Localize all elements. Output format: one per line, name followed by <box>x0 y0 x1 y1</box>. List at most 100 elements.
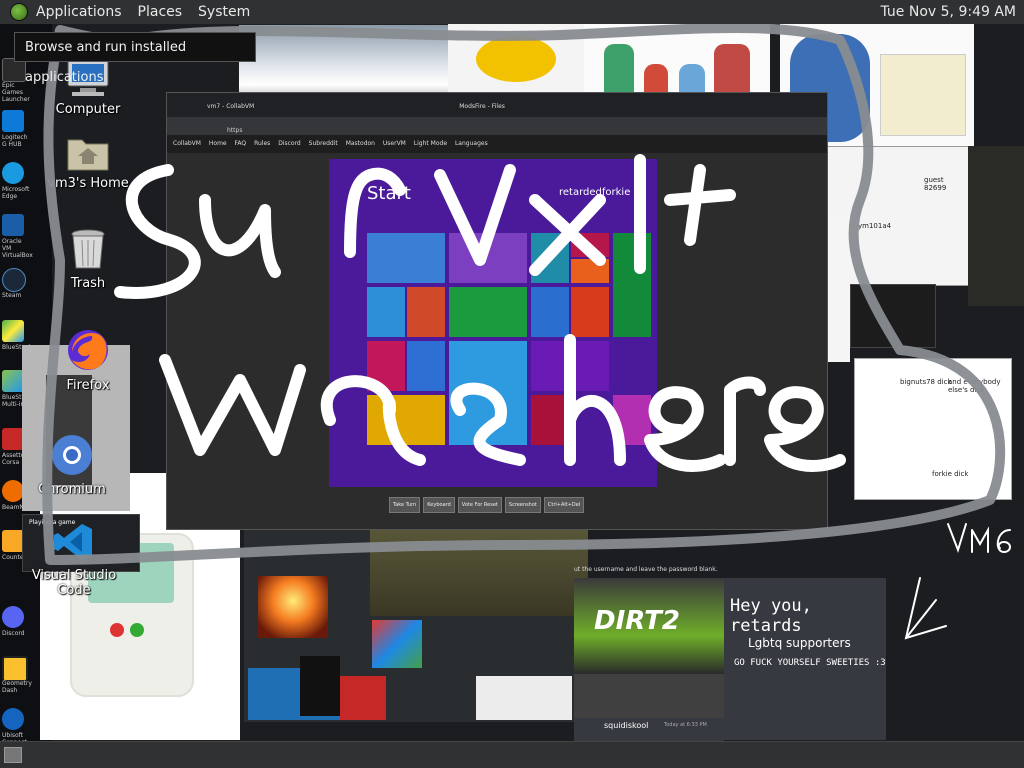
news-tile[interactable] <box>531 395 569 445</box>
racing-car-image <box>574 674 724 718</box>
virtualbox-icon[interactable] <box>2 214 24 236</box>
games-tile[interactable] <box>613 233 651 337</box>
photos-tile[interactable] <box>531 233 569 283</box>
dark-desktop-image <box>850 284 936 348</box>
firefox-label: Firefox <box>66 378 110 393</box>
nav-item[interactable]: Subreddit <box>309 140 338 147</box>
vote-reset-button[interactable]: Vote For Reset <box>457 497 502 513</box>
nav-item[interactable]: Home <box>209 140 227 147</box>
note-bignuts: bignuts78 dick <box>900 378 952 386</box>
keyboard-button[interactable]: Keyboard <box>423 497 455 513</box>
note-guest: guest 82699 <box>924 176 947 192</box>
chat-message-line: ut the username and leave the password b… <box>574 566 718 573</box>
parrot-image <box>372 620 422 668</box>
desktop-tile[interactable] <box>367 395 445 445</box>
system-menu[interactable]: System <box>190 0 258 24</box>
nav-item[interactable]: Rules <box>254 140 270 147</box>
nav-item[interactable]: Languages <box>455 140 488 147</box>
music-tile[interactable] <box>571 259 609 283</box>
vscode-desktop-icon[interactable]: Visual Studio Code <box>24 520 124 598</box>
trash-icon <box>71 229 105 269</box>
note-ym: ym101a4 <box>858 222 892 230</box>
mail-tile[interactable] <box>367 233 445 283</box>
chromium-label: Chromium <box>38 482 106 497</box>
nuclear-explosion-image <box>258 576 328 638</box>
finance-tile[interactable] <box>449 287 527 337</box>
places-menu[interactable]: Places <box>130 0 191 24</box>
weather-tile[interactable] <box>449 341 527 445</box>
ie-tile[interactable] <box>531 287 569 337</box>
show-desktop-button[interactable] <box>4 747 22 763</box>
help-tile[interactable] <box>571 287 609 337</box>
take-turn-button[interactable]: Take Turn <box>389 497 421 513</box>
nav-item[interactable]: FAQ <box>235 140 247 147</box>
chromium-icon <box>52 435 92 475</box>
ubisoft-icon[interactable] <box>2 708 24 730</box>
url-bar[interactable]: https <box>167 117 827 135</box>
note-forkie: forkie dick <box>932 470 969 478</box>
strip-label: Logitech G HUB <box>2 134 28 148</box>
dirt2-banner-image: DIRT2 <box>574 578 724 674</box>
browser-tab[interactable]: vm7 - CollabVM <box>167 95 254 110</box>
computer-label: Computer <box>55 102 121 117</box>
browser-tabbar: vm7 - CollabVM ModsFire - Files <box>167 93 827 117</box>
home-desktop-icon[interactable]: vm3's Home <box>38 132 138 191</box>
windows8-start-screen[interactable]: Start retardedforkie <box>329 159 657 487</box>
beamng-icon[interactable] <box>2 480 24 502</box>
strip-label: Steam <box>2 292 22 299</box>
chromium-desktop-icon[interactable]: Chromium <box>22 432 122 497</box>
skype-tile[interactable] <box>367 287 405 337</box>
nav-item[interactable]: CollabVM <box>173 140 201 147</box>
edge-icon[interactable] <box>2 162 24 184</box>
trash-label: Trash <box>70 276 106 291</box>
top-panel: Applications Places System Tue Nov 5, 9:… <box>0 0 1024 24</box>
user-name: retardedforkie <box>559 187 631 198</box>
applications-menu[interactable]: Applications <box>28 0 130 24</box>
store-tile[interactable] <box>367 341 405 391</box>
monster-truck-image <box>370 520 588 616</box>
onedrive-tile[interactable] <box>407 341 445 391</box>
dark-panel-image <box>968 146 1024 306</box>
chat-header: Hey you, retards <box>730 596 812 636</box>
yellow-face-image <box>448 24 584 94</box>
nav-item[interactable]: UserVM <box>383 140 406 147</box>
discord-icon[interactable] <box>2 606 24 628</box>
phones-image <box>300 656 340 716</box>
steam-icon[interactable] <box>2 268 26 292</box>
vscode-icon <box>54 524 92 560</box>
vm-control-buttons: Take Turn Keyboard Vote For Reset Screen… <box>389 497 585 513</box>
bluestacks-icon[interactable] <box>2 320 24 342</box>
trash-desktop-icon[interactable]: Trash <box>38 228 138 291</box>
ctrl-alt-del-button[interactable]: Ctrl+Alt+Del <box>543 497 585 513</box>
applications-menu-icon[interactable] <box>10 3 28 21</box>
strip-label: Geometry Dash <box>2 680 32 694</box>
nav-item[interactable]: Mastodon <box>346 140 375 147</box>
bluestacks-multi-icon[interactable] <box>2 370 24 392</box>
geometry-dash-icon[interactable] <box>2 656 28 682</box>
collabvm-browser-window[interactable]: vm7 - CollabVM ModsFire - Files https Co… <box>166 92 828 530</box>
camera-tile[interactable] <box>571 233 609 257</box>
logitech-icon[interactable] <box>2 110 24 132</box>
sport-tile[interactable] <box>531 341 609 391</box>
people-tile[interactable] <box>407 287 445 337</box>
browser-tab-2[interactable]: ModsFire - Files <box>259 95 505 110</box>
counter-icon[interactable] <box>2 530 24 552</box>
screenshot-button[interactable]: Screenshot <box>504 497 541 513</box>
calendar-tile[interactable] <box>449 233 527 283</box>
clock[interactable]: Tue Nov 5, 9:49 AM <box>881 4 1024 20</box>
vscode-label: Visual Studio Code <box>31 568 117 598</box>
bottom-chat-image: squidiskool Today at 6:33 PM <box>574 718 724 742</box>
maps-tile[interactable] <box>613 395 651 445</box>
white-truck-image <box>476 676 572 720</box>
firefox-desktop-icon[interactable]: Firefox <box>38 326 138 393</box>
nav-item[interactable]: Light Mode <box>414 140 447 147</box>
nav-item[interactable]: Discord <box>278 140 301 147</box>
url-text[interactable]: https <box>167 127 242 134</box>
start-label: Start <box>367 183 411 204</box>
assetto-corsa-icon[interactable] <box>2 428 24 450</box>
collabvm-navbar: CollabVM Home FAQ Rules Discord Subreddi… <box>167 135 827 153</box>
home-folder-icon <box>67 139 109 171</box>
chat-sub: Lgbtq supporters <box>748 636 851 650</box>
note-everybody: and everybody else's dick <box>948 378 1001 394</box>
dark-chat-image: Hey you, retards Lgbtq supporters GO FUC… <box>724 578 886 740</box>
